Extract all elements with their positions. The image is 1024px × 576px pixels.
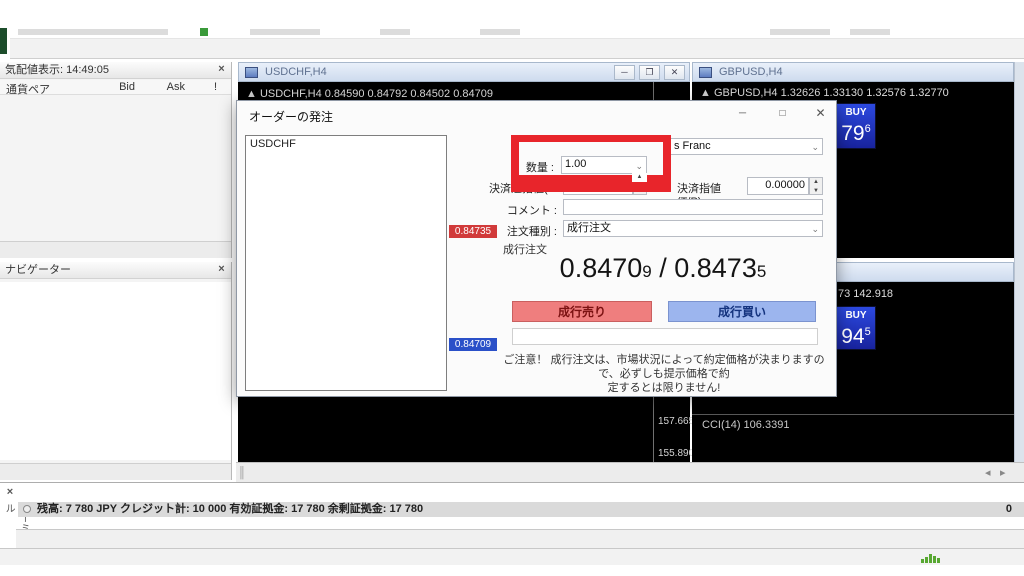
toolbar-fragment [770,29,830,35]
usdchf-ohlc: USDCHF,H4 0.84590 0.84792 0.84502 0.8470… [260,88,493,100]
price-label: 157.665 [658,416,694,427]
window-edge [0,28,7,54]
pane-divider[interactable] [692,414,1014,415]
market-order-warning: ご注意！ 成行注文は、市場状況によって約定価格が決まりますので、必ずしも提示価格… [501,353,827,395]
tick-chart-symbol: USDCHF [250,138,296,150]
tp-spinner[interactable]: ▲▼ [809,177,823,195]
annotation-box [511,135,671,192]
comment-input[interactable] [563,199,823,215]
minimize-icon[interactable]: ─ [734,106,751,121]
bid-quote: 0.8470 [560,253,643,283]
scrollbar[interactable] [1014,62,1024,480]
grip-icon: ║ [238,467,246,479]
status-dot [200,28,208,36]
terminal-panel: × ターミナル 残高: 7 780 JPY クレジット計: 10 000 有効証… [0,482,1024,548]
usdchf-window-titlebar[interactable]: USDCHF,H4 ─ ❐ ✕ [238,62,690,82]
dialog-title: オーダーの発注 [249,108,333,125]
close-icon[interactable]: ✕ [812,106,829,121]
symbol-select[interactable]: s Franc ⌄ [671,138,823,155]
market-watch-columns: 通貨ペア Bid Ask ! [0,80,231,95]
buy-price: 79 [841,122,864,145]
chevron-down-icon: ⌄ [811,222,819,237]
ask-quote: 0.8473 [674,253,757,283]
scroll-left-icon[interactable]: ◂ [985,466,991,479]
usdjpy-ohlc: 73 142.918 [838,288,893,300]
buy-label: BUY [837,310,875,321]
quote-display: 0.84709 / 0.84735 [507,253,819,284]
buy-by-market-button[interactable]: 成行買い [668,301,816,322]
price-label: 155.890 [658,448,694,459]
market-watch-panel: 気配値表示: 14:49:05 × 通貨ペア Bid Ask ! [0,62,232,258]
one-click-buy-panel[interactable]: BUY 945 [836,306,876,350]
minimize-icon[interactable]: ─ [614,65,635,80]
close-icon[interactable]: × [215,263,228,276]
gbpusd-window-title: GBPUSD,H4 [719,63,783,81]
navigator-tabs [0,463,231,480]
symbol-select-value: s Franc [674,140,711,152]
close-icon[interactable]: × [4,486,16,498]
ask-price-tag: 0.84735 [449,225,497,238]
sell-by-market-button[interactable]: 成行売り [512,301,652,322]
profit-value: 0 [968,502,1012,517]
close-icon[interactable]: × [215,63,228,76]
maximize-icon[interactable]: ❐ [639,65,660,80]
status-bar [0,548,1024,565]
balance-icon [23,505,31,513]
market-watch-tabs [0,241,231,258]
balance-row[interactable]: 残高: 7 780 JPY クレジット計: 10 000 有効証拠金: 17 7… [18,502,1024,517]
chart-tab-bar: ║ ◂ ▸ [236,462,1024,482]
market-watch-title: 気配値表示: 14:49:05 [5,64,109,76]
navigator-header: ナビゲーター × [0,262,231,279]
navigator-title: ナビゲーター [5,264,71,276]
tp-input[interactable]: 0.00000 [747,177,809,195]
chart-icon [245,67,258,78]
col-symbol[interactable]: 通貨ペア [6,81,50,97]
terminal-tabs [16,529,1024,548]
gbpusd-window-titlebar[interactable]: GBPUSD,H4 [692,62,1014,82]
toolbar-fragment [850,29,890,35]
usdchf-window-title: USDCHF,H4 [265,63,327,81]
balance-text: 残高: 7 780 JPY クレジット計: 10 000 有効証拠金: 17 7… [37,502,423,517]
drawing-toolbar [10,38,1024,59]
buy-price: 94 [841,325,864,348]
toolbar-fragment [18,29,168,35]
navigator-panel: ナビゲーター × [0,262,232,480]
tick-chart-lines [246,136,446,390]
col-bid[interactable]: Bid [119,81,135,93]
tp-value: 0.00000 [765,179,805,191]
sl-spinner-up-icon[interactable]: ▲ [632,173,647,182]
up-arrow-icon: ▲ [700,87,714,99]
order-type-select[interactable]: 成行注文 ⌄ [563,220,823,237]
col-spread[interactable]: ! [214,81,217,93]
close-icon[interactable]: ✕ [664,65,685,80]
toolbar-fragment [480,29,520,35]
order-type-value: 成行注文 [567,222,611,234]
chevron-down-icon: ⌄ [811,140,819,155]
comment-label: コメント : [477,202,557,218]
toolbar-fragment [380,29,410,35]
toolbar-fragment [250,29,320,35]
up-arrow-icon: ▲ [246,88,260,100]
tick-chart: USDCHF [245,135,447,391]
col-ask[interactable]: Ask [167,81,185,93]
navigator-tree [0,282,231,460]
scroll-right-icon[interactable]: ▸ [1000,466,1006,479]
maximize-icon[interactable]: □ [774,106,791,121]
bid-price-tag: 0.84709 [449,338,497,351]
market-watch-header: 気配値表示: 14:49:05 × [0,62,231,79]
one-click-buy-panel[interactable]: BUY 796 [836,103,876,149]
bar-chart-icon [920,552,942,563]
progress-bar [512,328,818,345]
buy-label: BUY [837,107,875,118]
chart-icon [699,67,712,78]
